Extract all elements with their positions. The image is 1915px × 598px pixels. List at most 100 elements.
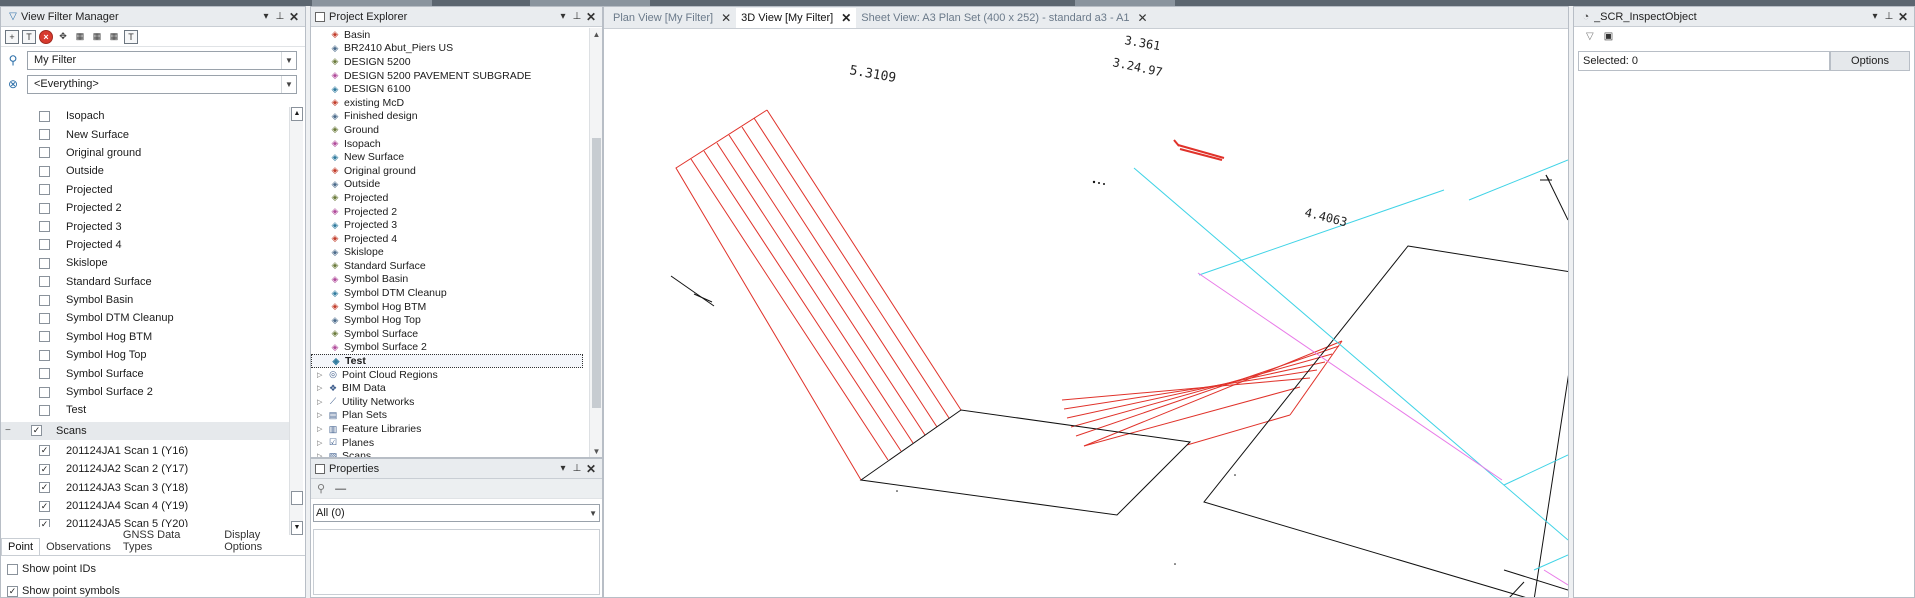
filter-item[interactable]: Symbol DTM Cleanup [1,309,291,327]
collapse-icon[interactable]: − [5,425,15,436]
filter-item[interactable]: Symbol Surface 2 [1,383,291,401]
checkbox[interactable] [39,257,50,269]
view-tab[interactable]: Sheet View: A3 Plan Set (400 x 252) - st… [856,11,1152,25]
close-icon[interactable]: ✕ [721,11,731,25]
checkbox[interactable]: ✓ [39,445,50,457]
filter-item[interactable]: Symbol Basin [1,291,291,309]
move-icon[interactable]: ✥ [56,30,70,44]
filter-item[interactable]: Symbol Hog Top [1,346,291,364]
checkbox[interactable]: ✓ [7,585,18,597]
filter-item[interactable]: Symbol Hog BTM [1,328,291,346]
layers-icon[interactable]: ▦ [73,30,87,44]
scan-item[interactable]: ✓ 201124JA5 Scan 5 (Y20) [1,515,291,527]
options-button[interactable]: Options [1830,51,1910,71]
tree-item-surface[interactable]: ◈ Projected 4 [311,232,589,246]
pin-icon[interactable]: ⊥ [1882,11,1896,22]
pin-icon[interactable]: ⊥ [570,463,584,474]
filter-item[interactable]: Original ground [1,144,291,162]
tree-item-surface[interactable]: ◈ Symbol Hog Top [311,313,589,327]
tree-item-surface[interactable]: ◈ Ground [311,123,589,137]
scroll-thumb[interactable] [592,138,601,408]
view-tab[interactable]: 3D View [My Filter] ✕ [736,7,857,28]
scroll-thumb[interactable] [291,491,303,505]
tree-item-surface[interactable]: ◈ BR2410 Abut_Piers US [311,42,589,56]
checkbox[interactable] [39,147,50,159]
dropdown-icon[interactable]: ▾ [556,11,570,22]
scan-item[interactable]: ✓ 201124JA1 Scan 1 (Y16) [1,442,291,460]
scan-item[interactable]: ✓ 201124JA3 Scan 3 (Y18) [1,478,291,496]
checkbox[interactable] [39,239,50,251]
filter-item[interactable]: Outside [1,162,291,180]
close-icon[interactable]: ✕ [287,10,301,24]
expand-icon[interactable]: ▷ [317,439,325,447]
tree-folder[interactable]: ▷ ❖ BIM Data [311,381,589,395]
checkbox[interactable] [39,110,50,122]
tree-item-surface[interactable]: ◈ Basin [311,28,589,42]
filter-item[interactable]: Symbol Surface [1,364,291,382]
checkbox[interactable] [7,563,18,575]
option-show-point-ids[interactable]: Show point IDs [7,563,96,575]
layers-icon[interactable]: ▦ [90,30,104,44]
close-icon[interactable]: ✕ [584,10,598,24]
pin-icon[interactable]: ⊥ [273,11,287,22]
tree-item-surface[interactable]: ◈ DESIGN 5200 PAVEMENT SUBGRADE [311,69,589,83]
checkbox[interactable]: ✓ [39,482,50,494]
checkbox[interactable] [39,312,50,324]
scan-item[interactable]: ✓ 201124JA4 Scan 4 (Y19) [1,497,291,515]
filter-item[interactable]: Skislope [1,254,291,272]
tree-folder[interactable]: ▷ ▧ Scans [311,449,589,457]
checkbox[interactable] [39,221,50,233]
view-tab[interactable]: Plan View [My Filter] ✕ [608,11,736,25]
expand-icon[interactable]: ▷ [317,411,325,419]
tree-item-surface[interactable]: ◈ Symbol Surface [311,327,589,341]
tree-folder[interactable]: ▷ ▥ Feature Libraries [311,422,589,436]
checkbox[interactable] [39,404,50,416]
close-icon[interactable]: ✕ [841,11,851,25]
tree-folder[interactable]: ▷ ◎ Point Cloud Regions [311,368,589,382]
tree-item-surface[interactable]: ◈ Projected 3 [311,218,589,232]
wrench-icon[interactable]: ⚲ [317,482,325,495]
tree-item-surface[interactable]: ◈ Projected 2 [311,205,589,219]
3d-view-canvas[interactable]: 5.3109 3.361 3.24.97 4.4063 [604,30,1568,598]
filter-text-icon[interactable]: T [124,29,138,44]
tab-observations[interactable]: Observations [40,539,117,555]
collapse-icon[interactable]: — [335,483,346,495]
filter-item[interactable]: Projected 4 [1,236,291,254]
expand-icon[interactable]: ▷ [317,425,325,433]
checkbox[interactable] [39,386,50,398]
tree-scrollbar[interactable]: ▲ ▼ [589,28,602,457]
tree-item-surface[interactable]: ◈ DESIGN 6100 [311,82,589,96]
tree-item-surface[interactable]: ◈ Isopach [311,137,589,151]
filter-new-icon[interactable]: + [5,29,19,44]
filter-list-scrollbar[interactable]: ▲ ▼ [289,107,303,535]
filter-item[interactable]: Standard Surface [1,273,291,291]
filter-icon[interactable]: ▽ [1586,31,1594,42]
scroll-down-icon[interactable]: ▼ [590,447,602,456]
tree-folder[interactable]: ▷ ▤ Plan Sets [311,409,589,423]
checkbox[interactable]: ✓ [39,500,50,512]
tree-item-surface[interactable]: ◈ existing McD [311,96,589,110]
checkbox[interactable]: ✓ [39,518,50,527]
tab-display-options[interactable]: Display Options [218,527,305,555]
filter-item[interactable]: Projected 2 [1,199,291,217]
checkbox[interactable] [39,165,50,177]
option-show-point-symbols[interactable]: ✓ Show point symbols [7,585,120,597]
expand-icon[interactable]: ▷ [317,384,325,392]
filter-combo[interactable]: My Filter ▼ [27,50,297,70]
tree-item-surface[interactable]: ◈ Test [311,354,583,368]
checkbox[interactable] [39,349,50,361]
checkbox[interactable] [39,202,50,214]
tab-gnss-data-types[interactable]: GNSS Data Types [117,527,218,555]
tree-item-surface[interactable]: ◈ Outside [311,178,589,192]
checkbox[interactable] [39,294,50,306]
expand-icon[interactable]: ▷ [317,398,325,406]
tree-item-surface[interactable]: ◈ Symbol Surface 2 [311,341,589,355]
checkbox[interactable] [39,331,50,343]
tree-item-surface[interactable]: ◈ Symbol DTM Cleanup [311,286,589,300]
dropdown-icon[interactable]: ▾ [556,463,570,474]
scroll-up-icon[interactable]: ▲ [590,30,602,39]
filter-item[interactable]: Isopach [1,107,291,125]
filter-group-scans[interactable]: − ✓ Scans [1,421,291,440]
checkbox[interactable] [39,368,50,380]
checkbox[interactable]: ✓ [39,463,50,475]
